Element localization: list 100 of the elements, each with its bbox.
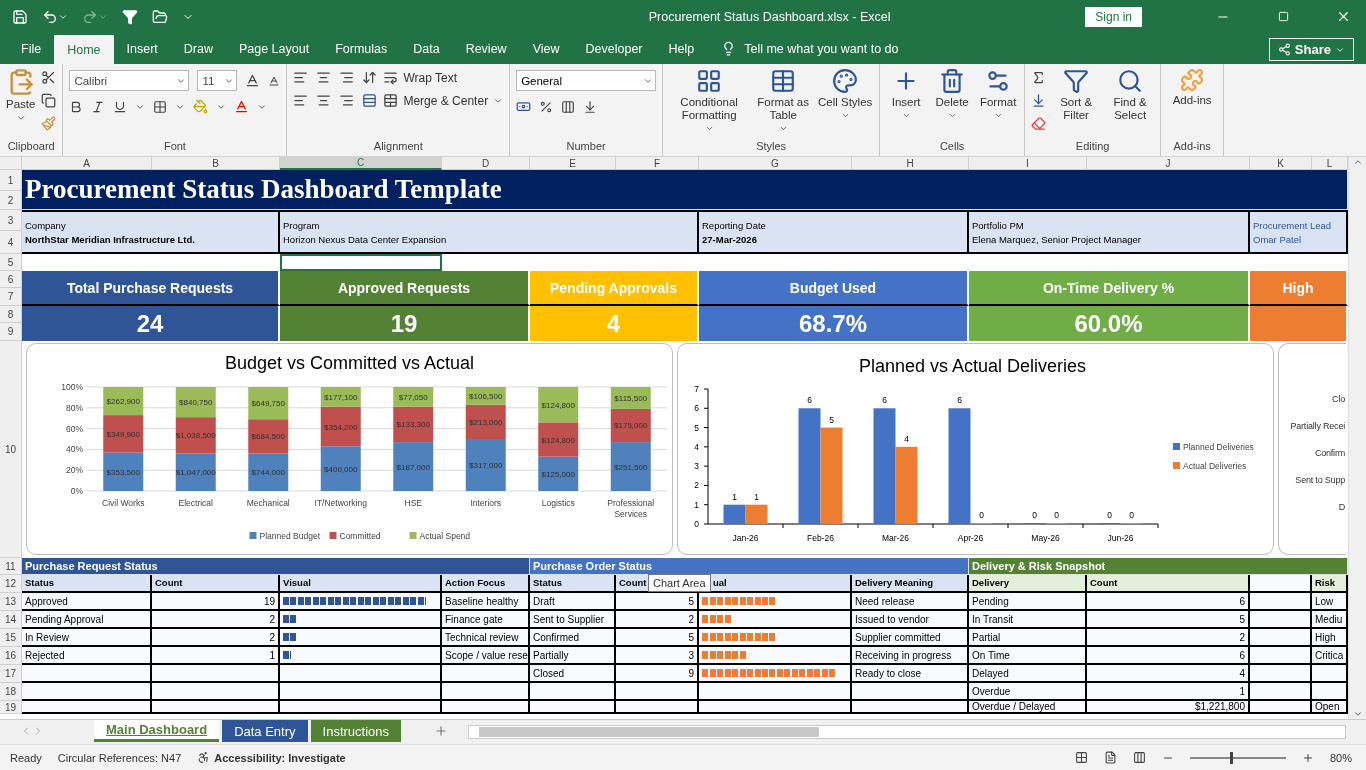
row-header[interactable]: 2 <box>0 191 22 210</box>
page-break-icon[interactable] <box>1132 751 1146 764</box>
normal-view-icon[interactable] <box>1074 751 1088 764</box>
paste-button[interactable]: Paste <box>6 68 36 124</box>
font-size-field[interactable]: 11 <box>197 70 238 91</box>
redo-icon[interactable] <box>82 8 108 25</box>
ribbon-tab[interactable]: Draw <box>170 33 226 64</box>
clear-icon[interactable] <box>1031 116 1047 131</box>
row-header[interactable]: 7 <box>0 288 22 306</box>
row-header[interactable]: 11 <box>0 558 22 575</box>
column-header[interactable]: I <box>969 157 1087 170</box>
italic-icon[interactable] <box>91 99 106 114</box>
row-header[interactable]: 19 <box>0 701 22 714</box>
row-header[interactable]: 13 <box>0 593 22 611</box>
row-header[interactable]: 18 <box>0 683 22 701</box>
copy-icon[interactable] <box>41 93 57 108</box>
grow-font-icon[interactable] <box>245 73 261 88</box>
column-header[interactable]: C <box>280 157 442 170</box>
scroll-up-icon[interactable] <box>1352 157 1363 167</box>
column-header[interactable]: F <box>616 157 699 170</box>
column-header[interactable]: J <box>1087 157 1250 170</box>
row-header[interactable]: 14 <box>0 611 22 629</box>
ribbon-tab[interactable]: Formulas <box>322 33 401 64</box>
percent-icon[interactable] <box>539 99 554 114</box>
styles-button[interactable]: Format as Table <box>755 68 812 134</box>
row-header[interactable]: 17 <box>0 665 22 683</box>
row-header[interactable]: 8 <box>0 306 22 323</box>
column-header[interactable]: E <box>530 157 616 170</box>
ribbon-tab[interactable]: View <box>519 33 573 64</box>
save-icon[interactable] <box>12 8 28 25</box>
zoom-in-icon[interactable] <box>1301 751 1314 764</box>
row-header[interactable]: 16 <box>0 647 22 665</box>
row-header[interactable]: 10 <box>0 341 22 558</box>
row-header[interactable]: 15 <box>0 629 22 647</box>
borders-icon[interactable] <box>153 99 168 114</box>
horizontal-scrollbar[interactable] <box>468 725 1346 739</box>
cells-button[interactable]: Insert <box>886 68 927 121</box>
ribbon-tab[interactable]: Developer <box>572 33 656 64</box>
add-ins-button[interactable]: Add-ins <box>1167 68 1218 108</box>
number-format-field[interactable]: General <box>516 70 657 91</box>
ribbon-tab[interactable]: Help <box>655 33 708 64</box>
styles-button[interactable]: Cell Styles <box>817 68 874 121</box>
wrap-text-button[interactable]: Wrap Text <box>383 70 504 85</box>
cut-icon[interactable] <box>41 70 57 85</box>
row-header[interactable]: 1 <box>0 170 22 191</box>
ribbon-tab[interactable]: Review <box>452 33 520 64</box>
column-header[interactable]: L <box>1312 157 1348 170</box>
row-header[interactable]: 12 <box>0 575 22 593</box>
sign-in-button[interactable]: Sign in <box>1085 6 1142 27</box>
column-header[interactable]: H <box>852 157 969 170</box>
editing-button[interactable]: Sort & Filter <box>1052 68 1101 123</box>
underline-icon[interactable] <box>113 99 128 114</box>
bold-icon[interactable] <box>69 99 84 114</box>
ribbon-tab[interactable]: Home <box>54 35 114 64</box>
sheet-tab[interactable]: Data Entry <box>222 720 308 742</box>
kpi-value: 4 <box>530 306 699 341</box>
currency-icon[interactable] <box>516 99 532 114</box>
scroll-down-icon[interactable] <box>1352 709 1363 719</box>
table-cell: Approved <box>22 593 152 611</box>
row-header[interactable]: 3 <box>0 210 22 231</box>
row-header[interactable]: 5 <box>0 254 22 271</box>
column-header[interactable]: B <box>152 157 280 170</box>
styles-button[interactable]: Conditional Formatting <box>669 68 750 134</box>
font-color-icon[interactable] <box>234 99 250 114</box>
sheet-tab[interactable]: Instructions <box>310 720 402 742</box>
shrink-font-icon[interactable] <box>268 74 281 87</box>
row-header[interactable]: 4 <box>0 231 22 254</box>
open-folder-icon[interactable] <box>152 8 168 25</box>
editing-button[interactable]: Find & Select <box>1106 68 1155 123</box>
data-label: 0 <box>1032 510 1037 520</box>
column-header[interactable]: A <box>22 157 152 170</box>
ribbon-tab[interactable]: Insert <box>113 33 171 64</box>
ribbon-tab[interactable]: Data <box>400 33 453 64</box>
filter-icon[interactable] <box>122 8 138 25</box>
sheet-tab[interactable]: Main Dashboard <box>94 720 220 742</box>
cells-button[interactable]: Delete <box>932 68 973 121</box>
align-right-icon[interactable] <box>339 93 355 108</box>
format-painter-icon[interactable] <box>41 116 57 131</box>
ribbon-tab[interactable]: Page Layout <box>225 33 323 64</box>
bar-segment <box>103 387 144 416</box>
font-name-field[interactable]: Calibri <box>69 70 190 91</box>
undo-icon[interactable] <box>42 8 68 25</box>
row-header[interactable]: 9 <box>0 323 22 341</box>
zoom-slider[interactable] <box>1230 751 1234 764</box>
align-left-icon[interactable] <box>293 93 309 108</box>
column-header[interactable]: K <box>1250 157 1312 170</box>
row-header[interactable]: 6 <box>0 271 22 288</box>
axis-label: 5 <box>694 422 699 433</box>
info-label: Company <box>25 219 67 231</box>
cells-button[interactable]: Format <box>978 68 1019 121</box>
merge-center-button[interactable]: Merge & Center <box>383 93 504 108</box>
column-header[interactable]: G <box>699 157 852 170</box>
page-layout-icon[interactable] <box>1103 751 1117 764</box>
ribbon-tab[interactable]: File <box>8 33 55 64</box>
column-header[interactable]: D <box>442 157 530 170</box>
accessibility-status[interactable]: Accessibility: Investigate <box>197 751 346 764</box>
share-button[interactable]: Share <box>1268 38 1354 61</box>
tell-me-field[interactable]: Tell me what you want to do <box>744 41 899 56</box>
fill-color-icon[interactable] <box>193 99 209 114</box>
align-center-icon[interactable] <box>316 93 332 108</box>
